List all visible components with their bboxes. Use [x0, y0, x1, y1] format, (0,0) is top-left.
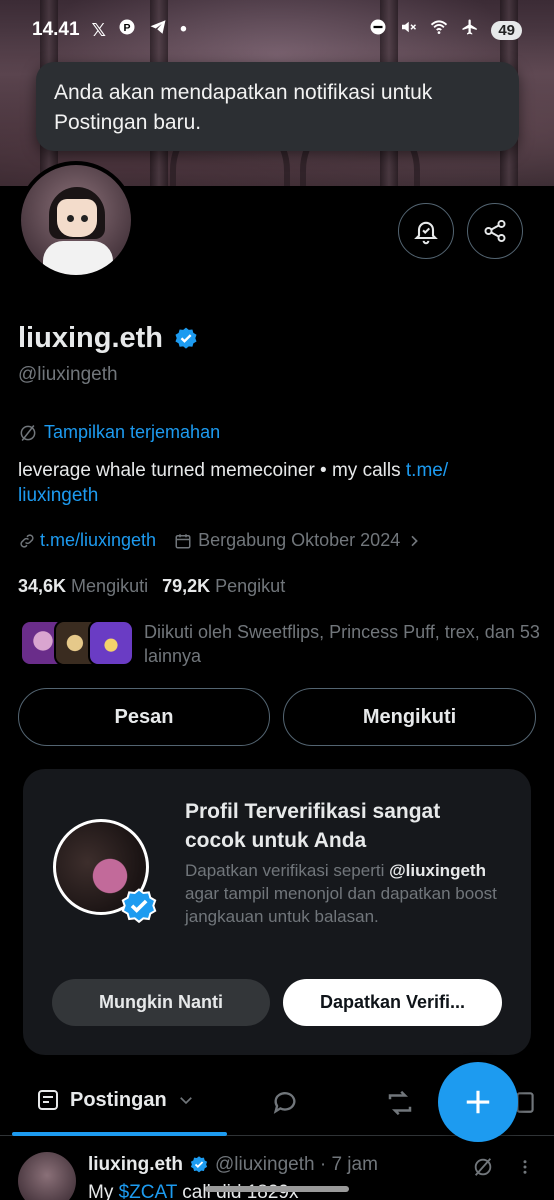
tab-posts[interactable]: Postingan	[36, 1088, 195, 1112]
posts-icon	[38, 1090, 58, 1110]
pinterest-icon: P	[118, 18, 136, 42]
more-options-icon[interactable]	[516, 1156, 534, 1178]
notification-toast: Anda akan mendapatkan notifikasi untuk P…	[36, 62, 519, 151]
post-meta: @liuxingeth · 7 jam	[215, 1154, 378, 1175]
status-bar: 14.41 𝕏 P • 49	[0, 0, 554, 60]
compose-button[interactable]	[438, 1062, 518, 1142]
verified-badge-icon[interactable]	[173, 326, 199, 352]
verified-badge-icon	[190, 1156, 208, 1173]
followed-by-text: Diikuti oleh Sweetflips, Princess Puff, …	[144, 622, 540, 666]
chevron-down-icon	[179, 1097, 192, 1105]
profile-handle: @liuxingeth	[18, 364, 118, 385]
post-header: liuxing.eth @liuxingeth · 7 jam	[88, 1154, 378, 1176]
share-icon	[484, 219, 506, 243]
profile-name-row: liuxing.eth	[18, 322, 199, 355]
follow-stats: 34,6K Mengikuti 79,2K Pengikut	[18, 576, 285, 597]
translate-link[interactable]: Tampilkan terjemahan	[18, 422, 220, 443]
post-author-name[interactable]: liuxing.eth	[88, 1154, 183, 1176]
profile-meta: t.me/liuxingeth Bergabung Oktober 2024	[18, 530, 422, 551]
telegram-icon	[148, 18, 168, 42]
website-label: t.me/liuxingeth	[40, 530, 157, 550]
chevron-right-icon	[411, 535, 419, 546]
mute-icon	[399, 18, 417, 42]
followers-stat[interactable]: 79,2K Pengikut	[162, 576, 285, 597]
promo-description: Dapatkan verifikasi seperti @liuxingeth …	[185, 861, 497, 926]
joined-label: Bergabung Oktober 2024	[198, 530, 401, 550]
svg-text:P: P	[124, 22, 131, 34]
airplane-icon	[461, 18, 479, 42]
share-button[interactable]	[467, 203, 523, 259]
notification-bell-button[interactable]	[398, 203, 454, 259]
x-logo-icon: 𝕏	[91, 19, 107, 40]
link-icon	[20, 533, 34, 548]
post-author-avatar[interactable]	[18, 1152, 76, 1200]
translate-icon	[20, 424, 36, 441]
home-indicator[interactable]	[205, 1186, 349, 1192]
follower-avatar	[88, 620, 134, 666]
joined-date[interactable]: Bergabung Oktober 2024	[174, 530, 422, 551]
grok-icon[interactable]	[472, 1156, 494, 1178]
following-stat[interactable]: 34,6K Mengikuti	[18, 576, 148, 597]
get-verified-button[interactable]: Dapatkan Verifi...	[283, 979, 502, 1026]
calendar-icon	[175, 533, 191, 548]
promo-title: Profil Terverifikasi sangat cocok untuk …	[185, 800, 441, 852]
replies-tab-icon[interactable]	[271, 1088, 299, 1116]
clock: 14.41	[32, 19, 80, 40]
battery-indicator: 49	[491, 20, 522, 40]
cashtag-link[interactable]: $ZCAT	[119, 1182, 177, 1200]
profile-bio: leverage whale turned memecoiner • my ca…	[18, 458, 528, 508]
bell-check-icon	[414, 221, 438, 245]
notification-dot: •	[180, 19, 187, 40]
reposts-tab-icon[interactable]	[385, 1088, 415, 1118]
translate-label: Tampilkan terjemahan	[44, 422, 221, 442]
following-button[interactable]: Mengikuti	[283, 688, 536, 746]
profile-name: liuxing.eth	[18, 322, 163, 354]
maybe-later-button[interactable]: Mungkin Nanti	[52, 979, 270, 1026]
verified-badge-icon	[121, 888, 157, 924]
profile-avatar[interactable]	[17, 161, 135, 279]
followed-by[interactable]: Diikuti oleh Sweetflips, Princess Puff, …	[20, 620, 540, 666]
bio-text: leverage whale turned memecoiner • my ca…	[18, 460, 406, 481]
message-button[interactable]: Pesan	[18, 688, 270, 746]
profile-website-link[interactable]: t.me/liuxingeth	[18, 530, 156, 551]
tab-posts-label: Postingan	[70, 1088, 167, 1111]
plus-icon	[466, 1090, 490, 1114]
wifi-icon	[429, 18, 449, 42]
tab-active-indicator	[12, 1132, 227, 1136]
dnd-icon	[369, 18, 387, 42]
verification-promo-card: Profil Terverifikasi sangat cocok untuk …	[23, 769, 531, 1055]
